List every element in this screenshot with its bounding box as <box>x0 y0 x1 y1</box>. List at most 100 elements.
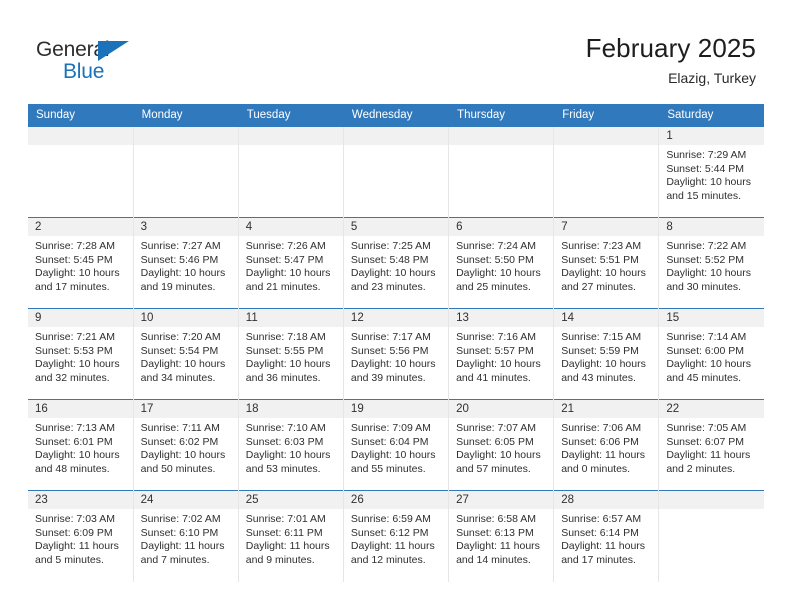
calendar-day-cell[interactable]: 14 Sunrise: 7:15 AM Sunset: 5:59 PM Dayligh… <box>553 308 660 400</box>
day-details: Sunrise: 7:10 AM Sunset: 6:03 PM Daylight:… <box>239 418 343 476</box>
calendar-day-cell[interactable]: 6 Sunrise: 7:24 AM Sunset: 5:50 PM Daylight… <box>448 217 555 309</box>
sunset-text: Sunset: 5:44 PM <box>666 162 744 175</box>
calendar-day-cell[interactable]: 27 Sunrise: 6:58 AM Sunset: 6:13 PM Dayligh… <box>448 490 555 582</box>
sunset-text: Sunset: 6:00 PM <box>666 344 744 357</box>
calendar-day-cell[interactable]: 20 Sunrise: 7:07 AM Sunset: 6:05 PM Dayligh… <box>448 399 555 491</box>
day-details: Sunrise: 7:20 AM Sunset: 5:54 PM Daylight:… <box>134 327 238 385</box>
daylight-text-line2: and 2 minutes. <box>666 462 736 475</box>
calendar-day-cell[interactable]: 28 Sunrise: 6:57 AM Sunset: 6:14 PM Dayligh… <box>553 490 660 582</box>
calendar-day-cell[interactable]: 21 Sunrise: 7:06 AM Sunset: 6:06 PM Dayligh… <box>553 399 660 491</box>
day-number: 6 <box>449 218 554 236</box>
calendar-day-cell[interactable]: 3 Sunrise: 7:27 AM Sunset: 5:46 PM Daylight… <box>133 217 239 309</box>
calendar-day-cell[interactable]: 26 Sunrise: 6:59 AM Sunset: 6:12 PM Dayligh… <box>343 490 450 582</box>
daylight-text-line2: and 53 minutes. <box>245 462 321 475</box>
calendar-day-cell[interactable]: 11 Sunrise: 7:18 AM Sunset: 5:55 PM Dayligh… <box>238 308 344 400</box>
day-number <box>554 127 659 145</box>
logo-text-blue: Blue <box>63 60 105 83</box>
daylight-text-line1: Daylight: 11 hours <box>350 540 435 553</box>
sunset-text: Sunset: 5:47 PM <box>245 253 324 266</box>
day-details: Sunrise: 7:28 AM Sunset: 5:45 PM Daylight:… <box>28 236 133 294</box>
daylight-text-line2: and 57 minutes. <box>456 462 531 475</box>
day-details: Sunrise: 7:13 AM Sunset: 6:01 PM Daylight:… <box>28 418 133 476</box>
calendar-day-cell[interactable]: 10 Sunrise: 7:20 AM Sunset: 5:54 PM Dayligh… <box>133 308 239 400</box>
day-number <box>238 127 343 145</box>
sunset-text: Sunset: 6:10 PM <box>140 526 219 539</box>
calendar-day-cell[interactable]: 8 Sunrise: 7:22 AM Sunset: 5:52 PM Daylight… <box>658 217 764 309</box>
day-details: Sunrise: 7:02 AM Sunset: 6:10 PM Daylight:… <box>134 509 238 567</box>
daylight-text-line1: Daylight: 11 hours <box>35 540 119 553</box>
sunset-text: Sunset: 6:03 PM <box>245 435 324 448</box>
calendar-day-cell[interactable]: 13 Sunrise: 7:16 AM Sunset: 5:57 PM Dayligh… <box>448 308 555 400</box>
generalblue-logo[interactable]: General Blue <box>36 38 156 84</box>
sunrise-text: Sunrise: 7:26 AM <box>245 240 326 252</box>
sunrise-text: Sunrise: 7:28 AM <box>35 240 115 252</box>
daylight-text-line2: and 17 minutes. <box>35 280 110 293</box>
calendar-day-cell[interactable]: 5 Sunrise: 7:25 AM Sunset: 5:48 PM Daylight… <box>343 217 450 309</box>
calendar-day-cell[interactable]: 22 Sunrise: 7:05 AM Sunset: 6:07 PM Dayligh… <box>658 399 764 491</box>
daylight-text-line2: and 15 minutes. <box>666 189 742 202</box>
sunrise-text: Sunrise: 7:03 AM <box>35 513 115 525</box>
calendar-day-cell[interactable]: 4 Sunrise: 7:26 AM Sunset: 5:47 PM Daylight… <box>238 217 344 309</box>
daylight-text-line1: Daylight: 10 hours <box>35 358 120 371</box>
daylight-text-line1: Daylight: 11 hours <box>245 540 330 553</box>
weekday-header-monday: Monday <box>133 104 239 127</box>
daylight-text-line1: Daylight: 11 hours <box>561 540 646 553</box>
calendar-day-cell[interactable]: 24 Sunrise: 7:02 AM Sunset: 6:10 PM Dayligh… <box>133 490 239 582</box>
day-details: Sunrise: 7:11 AM Sunset: 6:02 PM Daylight:… <box>134 418 238 476</box>
daylight-text-line2: and 21 minutes. <box>245 280 321 293</box>
page-header: General Blue February 2025 Elazig, Turke… <box>0 0 792 104</box>
day-details: Sunrise: 7:14 AM Sunset: 6:00 PM Daylight:… <box>659 327 764 385</box>
sunset-text: Sunset: 5:52 PM <box>666 253 744 266</box>
sunset-text: Sunset: 5:59 PM <box>561 344 639 357</box>
calendar-day-cell[interactable]: 15 Sunrise: 7:14 AM Sunset: 6:00 PM Dayligh… <box>658 308 764 400</box>
sunrise-text: Sunrise: 7:29 AM <box>666 149 747 161</box>
day-number: 19 <box>343 400 449 418</box>
calendar-day-cell[interactable]: 2 Sunrise: 7:28 AM Sunset: 5:45 PM Daylight… <box>28 217 134 309</box>
daylight-text-line2: and 30 minutes. <box>666 280 742 293</box>
calendar-week-row: 9 Sunrise: 7:21 AM Sunset: 5:53 PM Daylight… <box>28 308 764 400</box>
daylight-text-line1: Daylight: 10 hours <box>245 449 331 462</box>
calendar-day-cell[interactable]: 1 Sunrise: 7:29 AM Sunset: 5:44 PM Daylight… <box>658 126 764 218</box>
day-number <box>449 127 554 145</box>
day-number: 2 <box>28 218 133 236</box>
calendar-day-cell[interactable]: 7 Sunrise: 7:23 AM Sunset: 5:51 PM Daylight… <box>553 217 660 309</box>
sunrise-text: Sunrise: 7:13 AM <box>35 422 115 434</box>
daylight-text-line1: Daylight: 10 hours <box>35 449 120 462</box>
day-number: 12 <box>343 309 449 327</box>
calendar-day-cell[interactable]: 12 Sunrise: 7:17 AM Sunset: 5:56 PM Dayligh… <box>343 308 450 400</box>
sunrise-text: Sunrise: 7:17 AM <box>350 331 431 343</box>
daylight-text-line1: Daylight: 10 hours <box>561 267 646 280</box>
calendar-day-cell[interactable]: 9 Sunrise: 7:21 AM Sunset: 5:53 PM Daylight… <box>28 308 134 400</box>
daylight-text-line1: Daylight: 11 hours <box>666 449 751 462</box>
day-details: Sunrise: 7:16 AM Sunset: 5:57 PM Daylight:… <box>449 327 553 385</box>
sunrise-text: Sunrise: 7:02 AM <box>140 513 221 525</box>
calendar-day-cell[interactable]: 23 Sunrise: 7:03 AM Sunset: 6:09 PM Dayligh… <box>28 490 134 582</box>
calendar-cell-empty <box>133 126 239 218</box>
daylight-text-line2: and 43 minutes. <box>561 371 636 384</box>
sunset-text: Sunset: 6:02 PM <box>140 435 219 448</box>
calendar-day-cell[interactable]: 16 Sunrise: 7:13 AM Sunset: 6:01 PM Dayligh… <box>28 399 134 491</box>
calendar-week-row: 2 Sunrise: 7:28 AM Sunset: 5:45 PM Daylight… <box>28 217 764 309</box>
daylight-text-line2: and 5 minutes. <box>35 553 104 566</box>
daylight-text-line1: Daylight: 10 hours <box>561 358 646 371</box>
weekday-header-thursday: Thursday <box>448 104 555 127</box>
weekday-header-sunday: Sunday <box>28 104 134 127</box>
daylight-text-line2: and 25 minutes. <box>456 280 531 293</box>
day-number: 10 <box>133 309 238 327</box>
calendar-day-cell[interactable]: 25 Sunrise: 7:01 AM Sunset: 6:11 PM Dayligh… <box>238 490 344 582</box>
daylight-text-line1: Daylight: 10 hours <box>666 267 751 280</box>
sunset-text: Sunset: 5:54 PM <box>140 344 219 357</box>
calendar-day-cell[interactable]: 18 Sunrise: 7:10 AM Sunset: 6:03 PM Dayligh… <box>238 399 344 491</box>
calendar-day-cell[interactable]: 17 Sunrise: 7:11 AM Sunset: 6:02 PM Dayligh… <box>133 399 239 491</box>
day-details: Sunrise: 6:57 AM Sunset: 6:14 PM Daylight:… <box>554 509 658 567</box>
day-number: 3 <box>133 218 238 236</box>
sunrise-text: Sunrise: 7:07 AM <box>456 422 537 434</box>
calendar-day-cell[interactable]: 19 Sunrise: 7:09 AM Sunset: 6:04 PM Dayligh… <box>343 399 450 491</box>
day-details: Sunrise: 7:21 AM Sunset: 5:53 PM Daylight:… <box>28 327 133 385</box>
day-number: 25 <box>238 491 343 509</box>
day-details: Sunrise: 7:06 AM Sunset: 6:06 PM Daylight:… <box>554 418 658 476</box>
daylight-text-line1: Daylight: 10 hours <box>350 449 436 462</box>
daylight-text-line1: Daylight: 10 hours <box>456 267 541 280</box>
day-number: 13 <box>449 309 554 327</box>
day-number: 5 <box>343 218 449 236</box>
